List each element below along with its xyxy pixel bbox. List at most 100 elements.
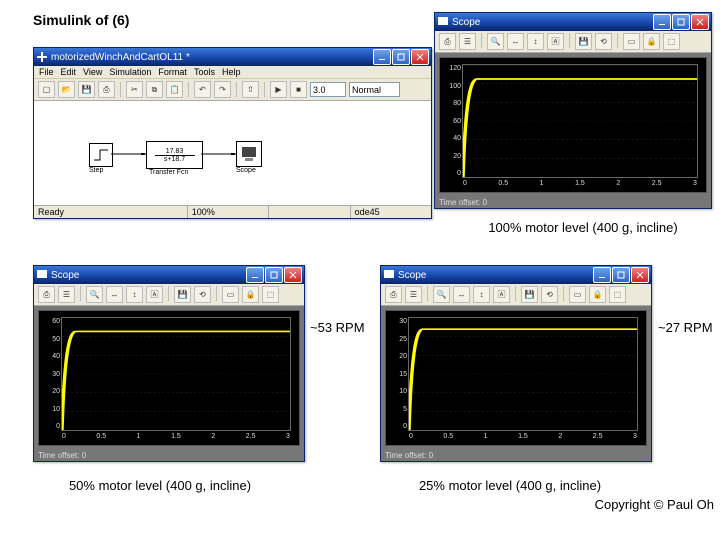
scope100-plotbox[interactable]: 120 100 80 60 40 20 0 0 0.5 1 1.5 2 2.5 …: [439, 57, 707, 193]
close-button[interactable]: [284, 267, 302, 283]
zoomx-icon[interactable]: ↔: [453, 286, 470, 303]
scope25-plot: 30 25 20 15 10 5 0 0 0.5 1 1.5 2 2.5 3: [381, 306, 651, 461]
float-icon[interactable]: ▭: [569, 286, 586, 303]
params-icon[interactable]: ☰: [459, 33, 476, 50]
zoom-icon[interactable]: 🔍: [487, 33, 504, 50]
status-zoom: 100%: [188, 206, 269, 218]
select-icon[interactable]: ⬚: [663, 33, 680, 50]
scope50-trace: [62, 318, 290, 430]
zoom-icon[interactable]: 🔍: [433, 286, 450, 303]
autoscale-icon[interactable]: 🄰: [493, 286, 510, 303]
menu-edit[interactable]: Edit: [61, 67, 77, 77]
autoscale-icon[interactable]: 🄰: [146, 286, 163, 303]
scope50-plotbox[interactable]: 60 50 40 30 20 10 0 0 0.5 1 1.5 2 2.5 3: [38, 310, 300, 446]
save-icon[interactable]: 💾: [575, 33, 592, 50]
scope-block[interactable]: [236, 141, 262, 167]
scope50-titlebar: Scope: [34, 266, 304, 284]
menu-tools[interactable]: Tools: [194, 67, 215, 77]
tf-block-label: Transfer Fcn: [149, 169, 188, 176]
scope-toolbar: ⎙ ☰ 🔍 ↔ ↕ 🄰 💾 ⟲ ▭ 🔒 ⬚: [435, 31, 711, 53]
sep: [80, 286, 81, 301]
close-button[interactable]: [631, 267, 649, 283]
maximize-button[interactable]: [612, 267, 630, 283]
scope-appicon: [36, 269, 48, 281]
scope-appicon: [437, 16, 449, 28]
model-menubar: File Edit View Simulation Format Tools H…: [34, 66, 431, 79]
undo-icon[interactable]: ↶: [194, 81, 211, 98]
copyright-text: Copyright © Paul Oh: [595, 497, 714, 512]
float-icon[interactable]: ▭: [623, 33, 640, 50]
scope100-footer: Time offset: 0: [435, 197, 711, 208]
model-title: motorizedWinchAndCartOL11 *: [51, 52, 372, 63]
minimize-button[interactable]: [373, 49, 391, 65]
sep: [481, 33, 482, 48]
play-icon[interactable]: ▶: [270, 81, 287, 98]
float-icon[interactable]: ▭: [222, 286, 239, 303]
print-icon[interactable]: ⎙: [439, 33, 456, 50]
zoom-icon[interactable]: 🔍: [86, 286, 103, 303]
new-icon[interactable]: ▢: [38, 81, 55, 98]
save-icon[interactable]: 💾: [78, 81, 95, 98]
maximize-button[interactable]: [265, 267, 283, 283]
maximize-button[interactable]: [392, 49, 410, 65]
scope100-trace: [463, 65, 697, 177]
sep: [563, 286, 564, 301]
restore-icon[interactable]: ⟲: [541, 286, 558, 303]
scope100-axes: 120 100 80 60 40 20 0 0 0.5 1 1.5 2 2.5 …: [462, 64, 698, 178]
menu-help[interactable]: Help: [222, 67, 241, 77]
transfer-fcn-block[interactable]: 17.83 s+18.7: [146, 141, 203, 169]
close-button[interactable]: [691, 14, 709, 30]
cut-icon[interactable]: ✂: [126, 81, 143, 98]
save-icon[interactable]: 💾: [174, 286, 191, 303]
scope50-plot: 60 50 40 30 20 10 0 0 0.5 1 1.5 2 2.5 3: [34, 306, 304, 461]
toolbar-sep: [188, 82, 189, 97]
params-icon[interactable]: ☰: [58, 286, 75, 303]
menu-view[interactable]: View: [83, 67, 102, 77]
zoomy-icon[interactable]: ↕: [527, 33, 544, 50]
stop-icon[interactable]: ■: [290, 81, 307, 98]
mode-select[interactable]: [349, 82, 400, 97]
select-icon[interactable]: ⬚: [609, 286, 626, 303]
redo-icon[interactable]: ↷: [214, 81, 231, 98]
minimize-button[interactable]: [653, 14, 671, 30]
restore-icon[interactable]: ⟲: [194, 286, 211, 303]
maximize-button[interactable]: [672, 14, 690, 30]
stoptime-input[interactable]: [310, 82, 346, 97]
close-button[interactable]: [411, 49, 429, 65]
scope25-plotbox[interactable]: 30 25 20 15 10 5 0 0 0.5 1 1.5 2 2.5 3: [385, 310, 647, 446]
scope50-yaxis: 60 50 40 30 20 10 0: [42, 318, 60, 430]
scope50-caption: 50% motor level (400 g, incline): [45, 478, 275, 493]
print-icon[interactable]: ⎙: [98, 81, 115, 98]
menu-file[interactable]: File: [39, 67, 54, 77]
up-icon[interactable]: ⇧: [242, 81, 259, 98]
scope50-xaxis: 0 0.5 1 1.5 2 2.5 3: [62, 433, 290, 440]
sep: [168, 286, 169, 301]
menu-format[interactable]: Format: [158, 67, 187, 77]
model-canvas[interactable]: Step 17.83 s+18.7 Transfer Fcn Scope: [34, 101, 431, 205]
step-block-label: Step: [89, 167, 103, 174]
copy-icon[interactable]: ⧉: [146, 81, 163, 98]
save-icon[interactable]: 💾: [521, 286, 538, 303]
menu-simulation[interactable]: Simulation: [109, 67, 151, 77]
restore-icon[interactable]: ⟲: [595, 33, 612, 50]
zoomy-icon[interactable]: ↕: [126, 286, 143, 303]
minimize-button[interactable]: [246, 267, 264, 283]
zoomx-icon[interactable]: ↔: [106, 286, 123, 303]
tf-num: 17.83: [166, 148, 184, 155]
zoomy-icon[interactable]: ↕: [473, 286, 490, 303]
lock-icon[interactable]: 🔒: [589, 286, 606, 303]
paste-icon[interactable]: 📋: [166, 81, 183, 98]
print-icon[interactable]: ⎙: [385, 286, 402, 303]
minimize-button[interactable]: [593, 267, 611, 283]
select-icon[interactable]: ⬚: [262, 286, 279, 303]
lock-icon[interactable]: 🔒: [643, 33, 660, 50]
print-icon[interactable]: ⎙: [38, 286, 55, 303]
autoscale-icon[interactable]: 🄰: [547, 33, 564, 50]
scope50-axes: 60 50 40 30 20 10 0 0 0.5 1 1.5 2 2.5 3: [61, 317, 291, 431]
step-block[interactable]: [89, 143, 113, 167]
params-icon[interactable]: ☰: [405, 286, 422, 303]
open-icon[interactable]: 📂: [58, 81, 75, 98]
model-statusbar: Ready 100% ode45: [34, 205, 431, 218]
zoomx-icon[interactable]: ↔: [507, 33, 524, 50]
lock-icon[interactable]: 🔒: [242, 286, 259, 303]
